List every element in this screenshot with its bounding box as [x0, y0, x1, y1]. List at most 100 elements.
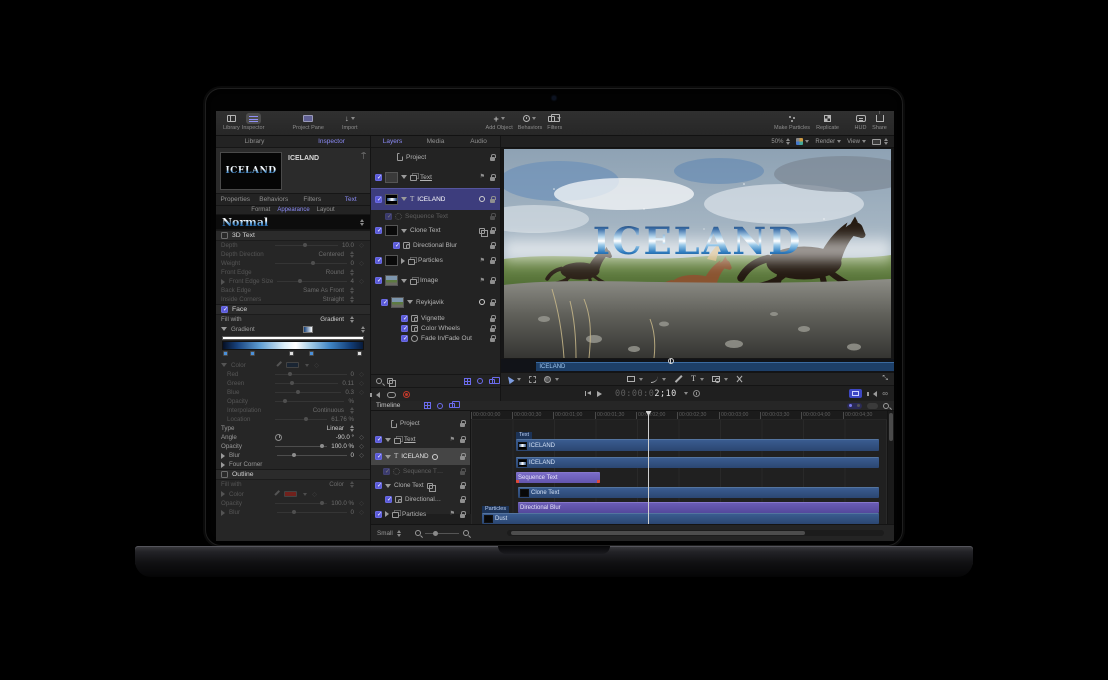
show-filters-icon[interactable]: [449, 403, 455, 408]
timecode[interactable]: 00:00:02;10: [615, 389, 677, 399]
lock-icon[interactable]: [460, 482, 466, 489]
view-menu[interactable]: View: [847, 139, 860, 145]
visibility-checkbox[interactable]: [375, 482, 382, 489]
resize-handle-icon[interactable]: ⤡: [882, 375, 888, 383]
subtab-format[interactable]: Format: [251, 207, 270, 213]
layer-row-image-group[interactable]: Image⚑: [371, 270, 500, 291]
visibility-checkbox[interactable]: [375, 196, 382, 203]
disclosure-icon[interactable]: [401, 197, 407, 201]
previous-frame-button[interactable]: [585, 390, 592, 397]
popup-stepper-icon[interactable]: [361, 326, 365, 333]
track-size-stepper-icon[interactable]: [397, 530, 401, 537]
playhead[interactable]: [648, 411, 649, 524]
visibility-checkbox[interactable]: [401, 335, 408, 342]
layer-row-vignette[interactable]: Vignette: [371, 313, 500, 323]
layer-row-sequence-text[interactable]: Sequence Text: [371, 210, 500, 222]
timeline-row-iceland[interactable]: TICELAND: [371, 448, 470, 465]
zoom-in-icon[interactable]: [463, 530, 469, 536]
type-value[interactable]: Linear: [327, 425, 344, 432]
lock-icon[interactable]: [460, 420, 466, 427]
project-pane-button[interactable]: Project Pane: [292, 113, 324, 131]
visibility-checkbox[interactable]: [385, 496, 392, 503]
timeline-row-directional-blur[interactable]: Directional…: [371, 493, 470, 506]
disclosure-icon[interactable]: [221, 462, 225, 468]
behavior-badge-icon[interactable]: [479, 299, 485, 305]
preset-stepper-icon[interactable]: [360, 219, 364, 226]
timeline-row-text[interactable]: Text⚑: [371, 431, 470, 448]
blur-value[interactable]: 0: [351, 452, 354, 459]
lock-icon[interactable]: [460, 496, 466, 503]
rectangle-tool[interactable]: [627, 376, 643, 382]
loop-playback-icon[interactable]: ∞: [882, 390, 888, 398]
directional-blur-bar[interactable]: Directional Blur: [518, 502, 879, 513]
tab-behaviors[interactable]: Behaviors: [255, 196, 294, 203]
mute-icon[interactable]: [376, 392, 380, 398]
duration-clock-icon[interactable]: [693, 390, 700, 397]
lock-icon[interactable]: [490, 174, 496, 181]
timeline-ruler[interactable]: 00:00:00;00 00:00:00;30 00:00:01;00 00:0…: [471, 411, 887, 420]
disclosure-icon[interactable]: [401, 279, 407, 283]
visibility-checkbox[interactable]: [375, 277, 382, 284]
display-icon[interactable]: [872, 139, 881, 145]
track-height-icon[interactable]: [867, 403, 878, 409]
visibility-checkbox[interactable]: [375, 227, 382, 234]
visibility-checkbox[interactable]: [375, 436, 382, 443]
layer-row-particles[interactable]: Particles⚑: [371, 251, 500, 270]
layer-row-clone-text[interactable]: Clone Text: [371, 222, 500, 239]
visibility-checkbox[interactable]: [401, 315, 408, 322]
popup-stepper-icon[interactable]: [350, 316, 354, 323]
flag-icon[interactable]: ⚑: [480, 258, 485, 264]
subtab-appearance[interactable]: Appearance: [277, 207, 309, 213]
show-behaviors-icon[interactable]: [477, 378, 483, 384]
tab-filters[interactable]: Filters: [293, 196, 332, 203]
zoom-timeline-icon[interactable]: [883, 403, 889, 409]
flag-icon[interactable]: ⚑: [450, 437, 455, 443]
text-group-tab[interactable]: Text: [516, 432, 532, 439]
angle-dial[interactable]: [275, 434, 282, 441]
add-object-button[interactable]: + Add Object: [486, 113, 513, 131]
show-layers-icon[interactable]: [424, 402, 431, 409]
layer-row-reykjavik[interactable]: Reykjavik: [371, 291, 500, 313]
gradient-color-bar[interactable]: [222, 341, 364, 350]
timeline-row-particles[interactable]: Particles⚑: [371, 506, 470, 522]
disclosure-icon[interactable]: [385, 455, 391, 459]
zoom-level[interactable]: 50%: [771, 139, 783, 145]
visibility-checkbox[interactable]: [393, 242, 400, 249]
behavior-badge-icon[interactable]: [479, 196, 485, 202]
disclosure-icon[interactable]: [385, 511, 389, 517]
flag-icon[interactable]: ⚑: [450, 511, 455, 517]
make-particles-button[interactable]: Make Particles: [774, 113, 810, 131]
lock-icon[interactable]: [460, 436, 466, 443]
show-behaviors-icon[interactable]: [437, 403, 443, 409]
style-preset[interactable]: Normal: [216, 215, 370, 230]
visibility-checkbox[interactable]: [383, 468, 390, 475]
canvas-viewport[interactable]: ICELAND: [504, 149, 891, 358]
lock-icon[interactable]: [490, 242, 496, 249]
timeline-vertical-scrollbar[interactable]: [887, 411, 894, 524]
behavior-badge-icon[interactable]: [432, 454, 438, 460]
show-timeline-button[interactable]: [849, 389, 862, 398]
track-size-select[interactable]: Small: [377, 530, 393, 537]
lock-icon[interactable]: [490, 325, 496, 332]
flag-icon[interactable]: ⚑: [480, 278, 485, 284]
timeline-zoom-slider[interactable]: [425, 533, 459, 534]
dust-bar[interactable]: Dust: [482, 513, 879, 524]
gradient-opacity-bar[interactable]: [222, 336, 364, 340]
gradient-stop[interactable]: [289, 351, 294, 356]
gradient-stop[interactable]: [357, 351, 362, 356]
select-transform-tool[interactable]: [507, 376, 521, 383]
filters-button[interactable]: Filters: [547, 113, 562, 131]
disclosure-icon[interactable]: [407, 300, 413, 304]
tab-media[interactable]: Media: [414, 138, 457, 145]
particles-group-tab[interactable]: Particles: [482, 506, 509, 513]
visibility-checkbox[interactable]: [375, 453, 382, 460]
behaviors-button[interactable]: Behaviors: [518, 113, 542, 131]
lock-icon[interactable]: [490, 335, 496, 342]
lock-icon[interactable]: [490, 315, 496, 322]
clone-text-bar[interactable]: Clone Text: [518, 487, 879, 498]
visibility-checkbox[interactable]: [375, 257, 382, 264]
iceland-bar[interactable]: ICELAND: [516, 457, 879, 468]
pin-icon[interactable]: ⍑: [361, 152, 366, 189]
timecode-chevron-icon[interactable]: [684, 392, 688, 395]
lock-icon[interactable]: [490, 277, 496, 284]
